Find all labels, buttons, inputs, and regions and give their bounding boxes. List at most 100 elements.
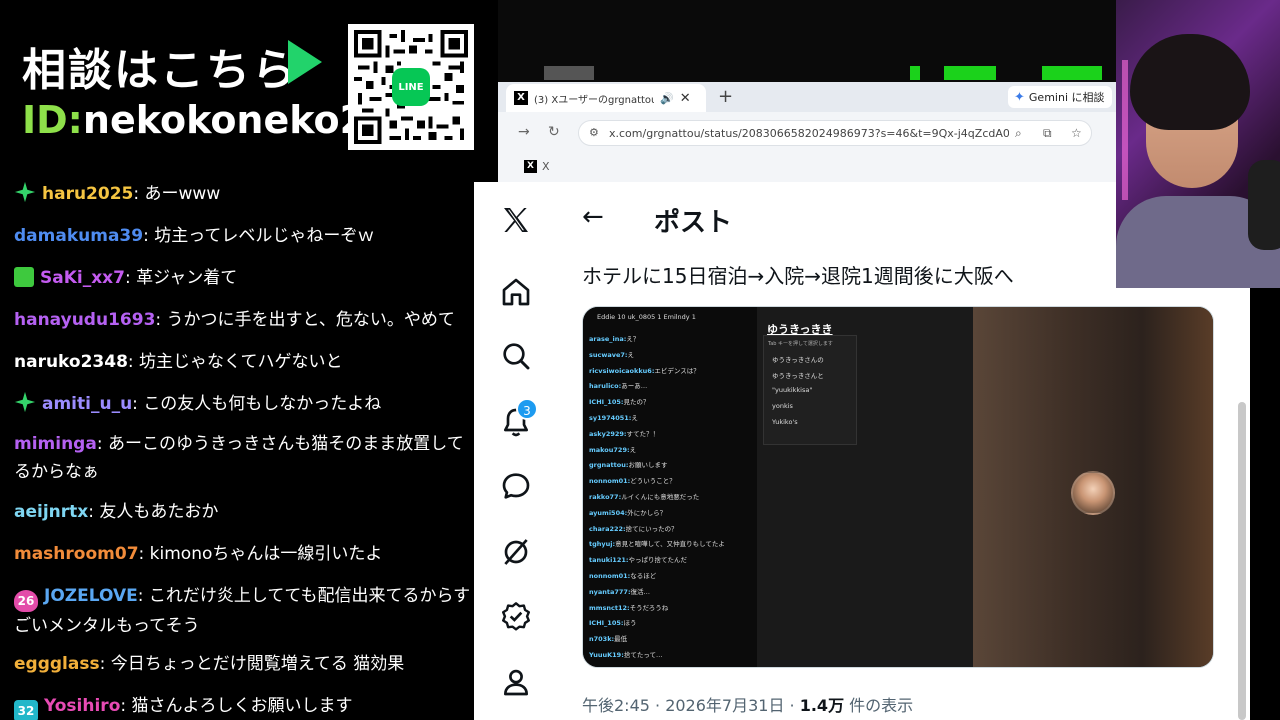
x-sidebar — [474, 182, 560, 720]
media-chat-user: tghyuj: — [589, 540, 616, 549]
bookmark-bar: X X — [498, 154, 1116, 180]
media-chat-line: nyanta777:復活… — [589, 586, 650, 596]
media-search-dropdown: Tab キーを押して選択します ゆうきっきさんの ゆうきっきさんと "yuukikk… — [763, 335, 857, 445]
verified-icon[interactable] — [498, 598, 534, 634]
media-chat-line: ICHI_105:ほう — [589, 617, 636, 627]
media-chat-text: あーあ… — [621, 382, 648, 391]
gemini-button[interactable]: ✦ Gemini に相談 — [1008, 86, 1112, 108]
install-icon[interactable]: ⧉ — [1043, 126, 1052, 141]
bookmark-star-icon[interactable]: ☆ — [1071, 126, 1082, 140]
media-suggestion: Yukiko's — [772, 418, 798, 426]
chat-separator: : — [99, 654, 111, 674]
backdrop-bar — [910, 66, 920, 80]
media-chat-text: お願いします — [628, 461, 668, 470]
forward-icon[interactable]: → — [518, 124, 530, 140]
home-icon[interactable] — [498, 274, 534, 310]
media-chat-line: tghyuj:意見と喧嘩して、又仲直りもしてたよ — [589, 538, 725, 548]
media-chat-line: asky2929:すてた？！ — [589, 428, 659, 438]
media-chat-text: すてた？！ — [626, 429, 660, 438]
chat-separator: : — [143, 226, 155, 246]
media-avatar — [1071, 471, 1115, 515]
chat-username[interactable]: eggglass — [14, 654, 100, 674]
close-tab-icon[interactable]: ✕ — [680, 91, 691, 106]
new-tab-icon[interactable]: + — [718, 86, 733, 107]
banner-title: 相談はこちら — [22, 45, 298, 96]
banner-id-prefix: ID: — [22, 98, 83, 142]
stream-layout: 相談はこちら ID:nekokoneko2018 LINE haru2025: … — [0, 0, 1280, 720]
chat-separator: : — [132, 394, 144, 414]
x-logo-icon[interactable] — [498, 202, 534, 238]
messages-icon[interactable] — [498, 468, 534, 504]
chat-username[interactable]: aeijnrtx — [14, 502, 88, 522]
page-scrollbar[interactable] — [1238, 402, 1246, 720]
media-chat-user: arase_ina: — [589, 335, 627, 343]
media-chat-line: harulico:あーあ… — [589, 380, 647, 390]
chat-username[interactable]: miminga — [14, 434, 97, 454]
chat-text: この友人も何もしなかったよね — [143, 394, 382, 414]
bookmark-label[interactable]: X — [542, 160, 550, 173]
chat-username[interactable]: damakuma39 — [14, 226, 143, 246]
chat-username[interactable]: SaKi_xx7 — [40, 268, 125, 288]
chat-message: naruko2348: 坊主じゃなくてハゲないと — [14, 348, 474, 376]
media-search-column: ゆうきっきき Tab キーを押して選択します ゆうきっきさんの ゆうきっきさんと "… — [757, 307, 973, 667]
play-arrow-icon — [288, 40, 322, 84]
chat-text: 友人もあたおか — [99, 502, 219, 522]
chat-separator: : — [133, 184, 145, 204]
microphone — [1248, 160, 1280, 250]
browser-backdrop — [498, 0, 1116, 82]
media-chat-text: なるほど — [630, 572, 657, 580]
zoom-icon[interactable]: ⌕ — [1015, 126, 1022, 141]
media-chat-text: 見たの？ — [623, 398, 650, 407]
media-chat-line: sy1974051:え — [589, 412, 638, 422]
media-chat-user: rakko77: — [589, 493, 622, 501]
chat-username[interactable]: mashroom07 — [14, 544, 139, 564]
x-bookmark-icon[interactable]: X — [524, 160, 537, 173]
media-chat-line: mmsnct12:そうだろうね — [589, 602, 668, 612]
media-top-users: Eddie 10 uk_0805 1 Emilndy 1 — [583, 311, 757, 327]
media-chat-line: tanuki121:やっぱり捨てたんだ — [589, 554, 687, 564]
media-chat-user: ICHI_105: — [589, 398, 624, 407]
site-info-icon[interactable]: ⚙ — [589, 126, 599, 139]
chat-username[interactable]: amiti_u_u — [42, 394, 132, 414]
chat-text: うかつに手を出すと、危ない。やめて — [166, 310, 455, 330]
media-chat-line: ricvsiwoicaokku6:エビデンスは？ — [589, 365, 700, 375]
chat-text: 革ジャン着て — [136, 268, 238, 288]
gift-badge-icon — [14, 267, 34, 287]
chat-message: 26 JOZELOVE: これだけ炎上してても配信出来てるからすごいメンタルもって… — [14, 582, 474, 640]
chat-separator: : — [120, 696, 132, 716]
media-chat-text: 捨てにいったの？ — [625, 524, 678, 533]
page-title: ポスト — [654, 208, 733, 238]
media-chat-line: grgnattou:お願いします — [589, 459, 667, 469]
media-chat-text: 捨てたって… — [623, 651, 663, 659]
media-chat-text: そうだろうね — [629, 603, 669, 612]
media-chat-user: ICHI_105: — [589, 619, 624, 628]
media-chat-user: n703k: — [589, 635, 615, 644]
media-chat-user: sy1974051: — [589, 414, 632, 422]
chat-username[interactable]: naruko2348 — [14, 352, 128, 372]
backdrop-bar — [944, 66, 996, 80]
back-arrow-icon[interactable]: ← — [582, 202, 604, 232]
webcam-feed — [1116, 0, 1280, 288]
browser-tab[interactable]: X (3) Xユーザーのgrgnattouさん 🔊 ✕ — [506, 84, 706, 112]
post-media-image[interactable]: Eddie 10 uk_0805 1 Emilndy 1 arase_ina:え… — [582, 306, 1214, 668]
reload-icon[interactable]: ↻ — [548, 124, 560, 140]
live-chat-panel[interactable]: haru2025: あーwww damakuma39: 坊主ってレベルじゃねーぞｗ… — [0, 172, 474, 720]
address-bar[interactable]: ⚙ x.com/grgnattou/status/208306658202498… — [578, 120, 1092, 146]
media-chat-user: harulico: — [589, 382, 622, 391]
chat-username[interactable]: hanayudu1693 — [14, 310, 155, 330]
media-suggestion: ゆうきっきさんと — [772, 372, 824, 380]
chat-username[interactable]: JOZELOVE — [44, 586, 138, 606]
chat-text: 坊主じゃなくてハゲないと — [139, 352, 343, 372]
chat-separator: : — [155, 310, 167, 330]
chat-username[interactable]: haru2025 — [42, 184, 133, 204]
profile-icon[interactable] — [498, 664, 534, 700]
star-badge-icon — [14, 181, 36, 203]
media-chat-user: mmsnct12: — [589, 603, 630, 612]
search-icon[interactable] — [498, 338, 534, 374]
chat-message: SaKi_xx7: 革ジャン着て — [14, 264, 474, 292]
media-chat-text: 復活… — [630, 587, 651, 596]
chat-username[interactable]: Yosihiro — [44, 696, 120, 716]
speaker-icon[interactable]: 🔊 — [660, 92, 674, 105]
grok-icon[interactable] — [498, 534, 534, 570]
tab-title: (3) Xユーザーのgrgnattouさん — [534, 94, 654, 106]
